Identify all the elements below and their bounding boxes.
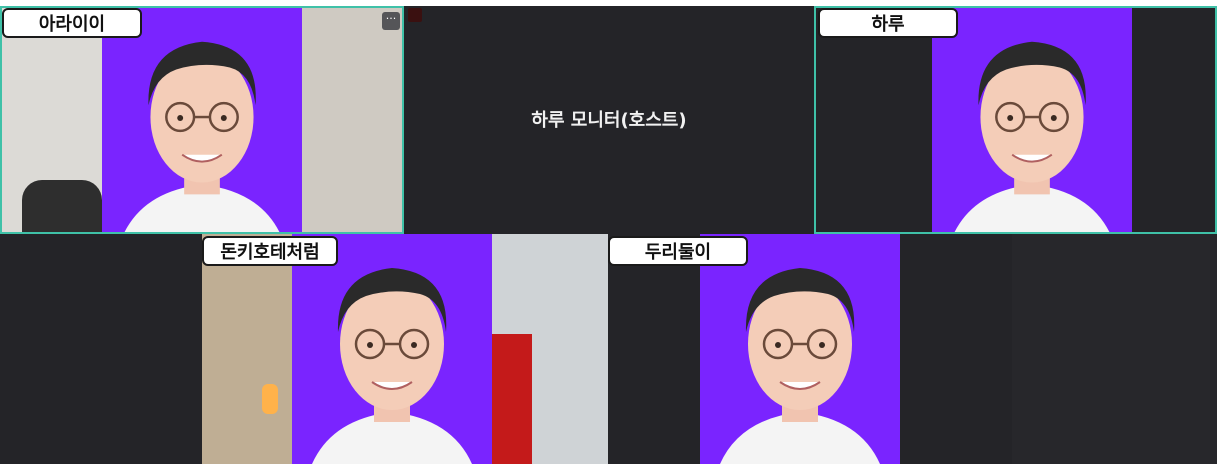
participant-name-label: 돈키호테처럼	[202, 236, 338, 266]
video-tile-ariyi[interactable]: 아라이이 ···	[0, 6, 404, 234]
plant-decor	[302, 8, 402, 232]
participant-video	[932, 8, 1132, 234]
participant-video	[292, 234, 492, 464]
video-tile-donkey[interactable]: 돈키호테처럼	[0, 234, 608, 464]
participant-video	[102, 8, 302, 234]
participant-name-label: 하루	[818, 8, 958, 38]
participant-name-text: 하루 모니터(호스트)	[531, 110, 687, 131]
video-tile-haru-monitor[interactable]: 하루 모니터(호스트)	[404, 6, 814, 234]
participant-avatar	[292, 234, 492, 464]
lamp-light	[262, 384, 278, 414]
video-tile-haru[interactable]: 하루	[814, 6, 1217, 234]
participant-name-label: 아라이이	[2, 8, 142, 38]
red-chair	[492, 334, 532, 464]
video-tile-durii[interactable]: 두리둘이	[608, 234, 1217, 464]
room-background	[202, 234, 292, 464]
participant-avatar	[932, 8, 1132, 234]
participant-avatar	[102, 8, 302, 234]
mic-muted-icon	[408, 8, 422, 22]
side-panel	[1012, 234, 1217, 464]
participant-avatar	[700, 234, 900, 464]
more-options-icon[interactable]: ···	[382, 12, 400, 30]
participant-name-label: 두리둘이	[608, 236, 748, 266]
participant-video	[700, 234, 900, 464]
chair-silhouette	[22, 180, 102, 232]
